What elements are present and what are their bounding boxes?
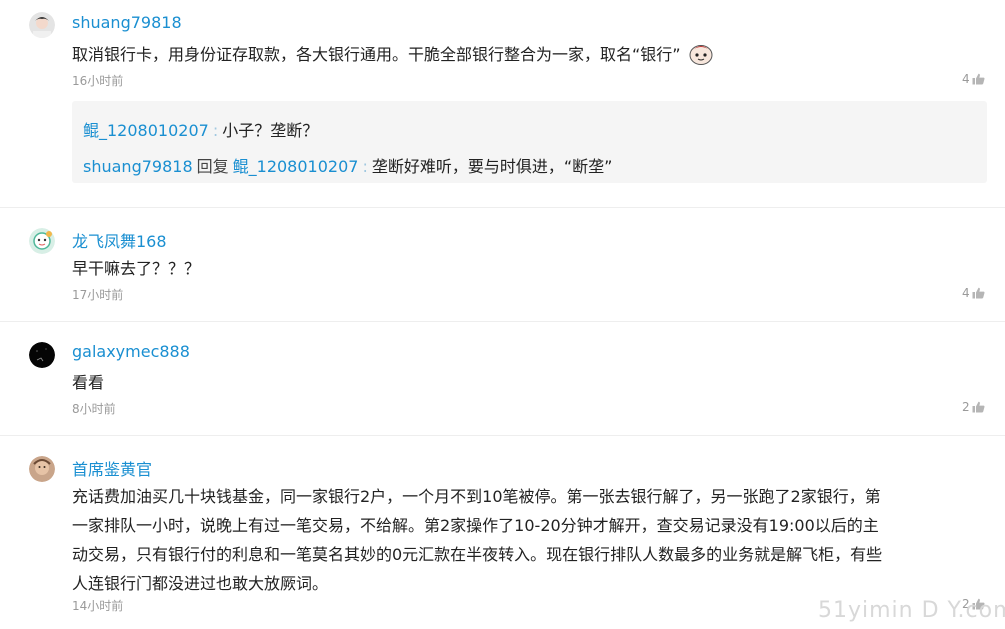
comment-time: 14小时前 <box>72 599 124 613</box>
like-count: 2 <box>962 400 970 414</box>
comment-text-line: 一家排队一小时，说晚上有过一笔交易，不给解。第2家操作了10-20分钟才解开，查… <box>72 516 879 535</box>
reply-box: 鲲_1208010207: 小子？垄断？ shuang79818 回复 鲲_12080… <box>72 101 987 183</box>
thumbs-up-icon <box>972 73 985 85</box>
like-button[interactable]: 4 <box>962 72 985 86</box>
comment-time: 17小时前 <box>72 288 124 302</box>
comment-text: 取消银行卡，用身份证存取款，各大银行通用。干脆全部银行整合为一家，取名“银行” <box>72 40 992 74</box>
like-count: 4 <box>962 72 970 86</box>
like-count: 4 <box>962 286 970 300</box>
comment-username[interactable]: 首席鉴黄官 <box>72 456 152 480</box>
reply-text: 垄断好难听，要与时俱进，“断垄” <box>371 157 613 176</box>
comment-username[interactable]: galaxymec888 <box>72 342 190 361</box>
avatar[interactable] <box>29 342 55 368</box>
reply-target-username[interactable]: 鲲_1208010207 <box>233 157 359 176</box>
reply-word: 回复 <box>196 157 229 176</box>
comment-text: 充话费加油买几十块钱基金，同一家银行2户，一个月不到10笔被停。第一张去银行解了… <box>72 482 992 598</box>
reply-separator: : <box>212 121 219 140</box>
watermark: 51yimin D Y.com <box>818 598 1005 623</box>
divider <box>0 321 1005 322</box>
thumbs-up-icon <box>972 287 985 299</box>
comment-text: 早干嘛去了？？？ <box>72 259 201 278</box>
comment-text-line: 动交易，只有银行付的利息和一笔莫名其妙的0元汇款在半夜转入。现在银行排队人数最多… <box>72 545 883 564</box>
avatar[interactable] <box>29 12 55 38</box>
like-button[interactable]: 4 <box>962 286 985 300</box>
comment-text-line: 充话费加油买几十块钱基金，同一家银行2户，一个月不到10笔被停。第一张去银行解了… <box>72 487 881 506</box>
comment-text-line: 人连银行门都没进过也敢大放厥词。 <box>72 574 329 593</box>
comment-username[interactable]: 龙飞凤舞168 <box>72 228 167 252</box>
avatar[interactable] <box>29 228 55 254</box>
avatar[interactable] <box>29 456 55 482</box>
divider <box>0 435 1005 436</box>
reply-1: 鲲_1208010207: 小子？垄断？ <box>83 117 318 141</box>
comment-time: 8小时前 <box>72 402 116 416</box>
divider <box>0 207 1005 208</box>
comment-time: 16小时前 <box>72 74 124 88</box>
like-button[interactable]: 2 <box>962 400 985 414</box>
reply-text: 小子？垄断？ <box>222 121 319 140</box>
reply-username[interactable]: 鲲_1208010207 <box>83 121 209 140</box>
emoji-icon <box>689 43 713 74</box>
reply-username[interactable]: shuang79818 <box>83 157 193 176</box>
comment-text: 看看 <box>72 373 105 392</box>
reply-2: shuang79818 回复 鲲_1208010207: 垄断好难听，要与时俱进，“断… <box>83 153 612 177</box>
reply-separator: : <box>362 157 368 176</box>
thumbs-up-icon <box>972 401 985 413</box>
comment-username[interactable]: shuang79818 <box>72 13 182 32</box>
comment-text-content: 取消银行卡，用身份证存取款，各大银行通用。干脆全部银行整合为一家，取名“银行” <box>72 45 681 64</box>
